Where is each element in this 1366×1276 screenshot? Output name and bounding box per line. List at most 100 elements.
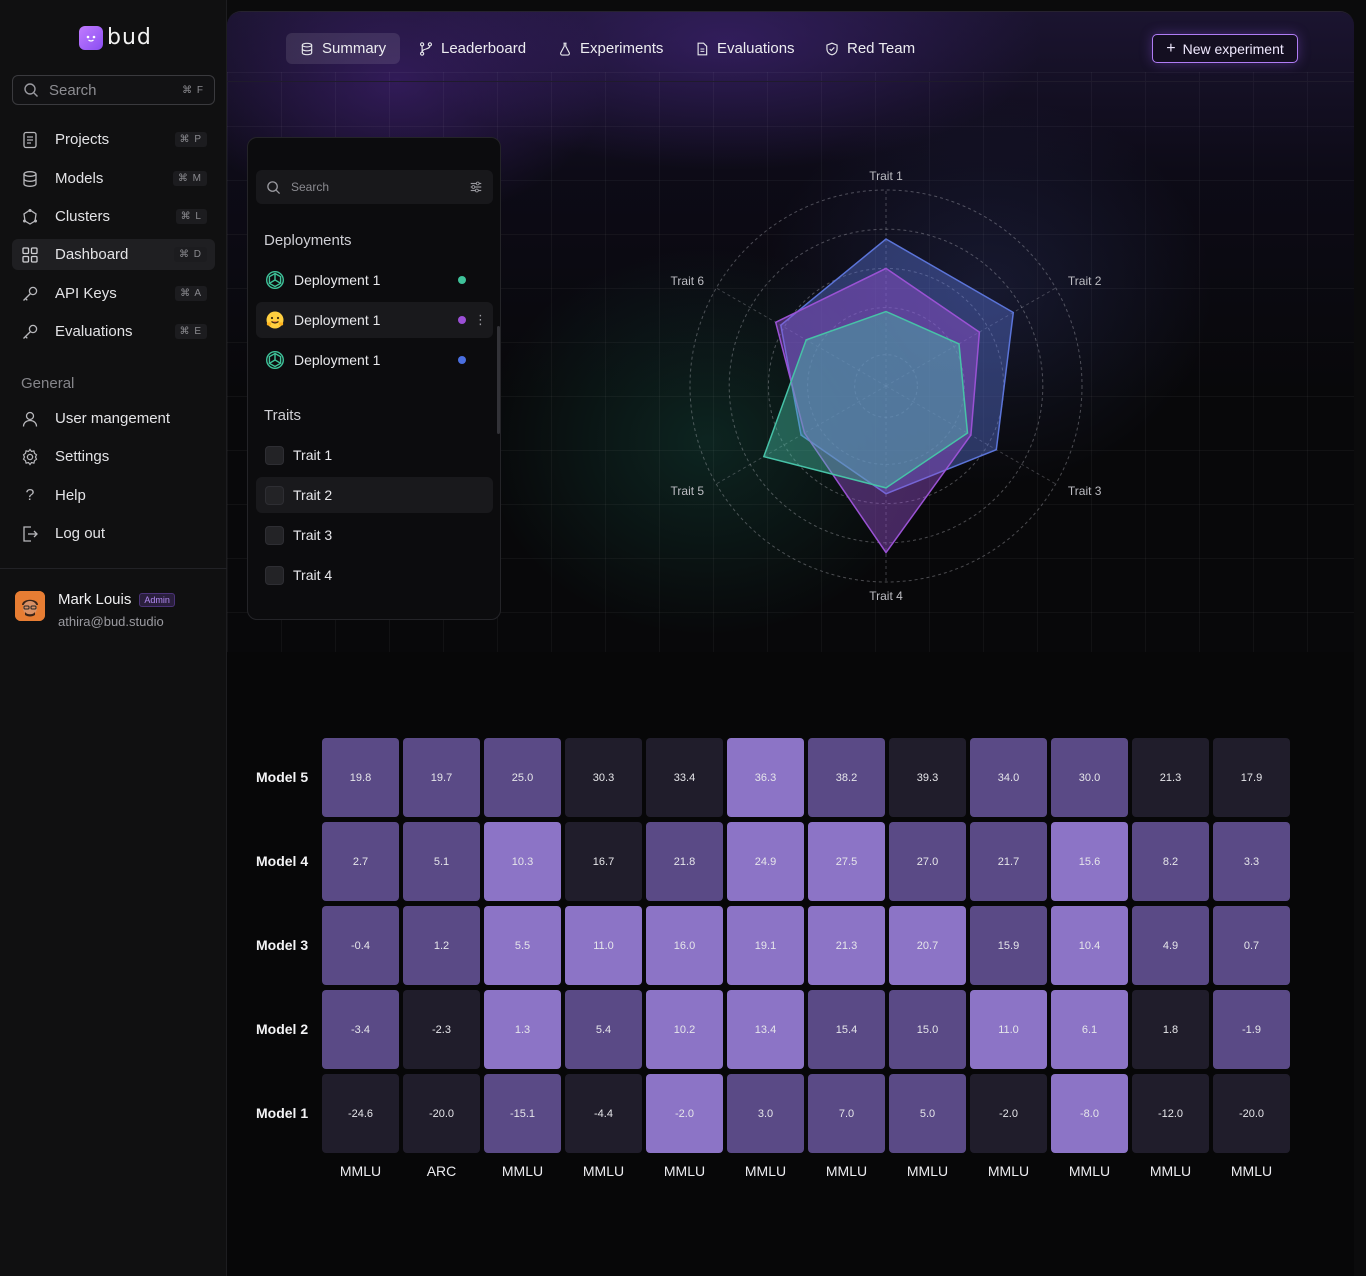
trait-item[interactable]: Trait 3 xyxy=(256,517,493,553)
heatmap-cell[interactable]: 16.0 xyxy=(646,906,723,985)
panel-scrollbar[interactable] xyxy=(497,326,500,434)
trait-checkbox[interactable] xyxy=(265,565,284,585)
filter-icon[interactable] xyxy=(469,180,483,194)
heatmap-cell[interactable]: 25.0 xyxy=(484,738,561,817)
heatmap-cell[interactable]: -2.3 xyxy=(403,990,480,1069)
heatmap-cell[interactable]: 10.4 xyxy=(1051,906,1128,985)
sidebar-item-api-keys[interactable]: API Keys ⌘ A xyxy=(12,278,215,309)
heatmap-cell[interactable]: 5.5 xyxy=(484,906,561,985)
heatmap-cell[interactable]: 13.4 xyxy=(727,990,804,1069)
heatmap-cell[interactable]: 5.4 xyxy=(565,990,642,1069)
heatmap-cell[interactable]: 15.4 xyxy=(808,990,885,1069)
heatmap-cell[interactable]: 10.3 xyxy=(484,822,561,901)
heatmap-cell[interactable]: 15.9 xyxy=(970,906,1047,985)
deployment-item[interactable]: Deployment 1 xyxy=(256,262,493,298)
heatmap-cell[interactable]: 21.3 xyxy=(1132,738,1209,817)
heatmap-cell[interactable]: 19.7 xyxy=(403,738,480,817)
deployment-item[interactable]: Deployment 1 xyxy=(256,342,493,378)
heatmap-cell[interactable]: 7.0 xyxy=(808,1074,885,1153)
heatmap-cell[interactable]: 11.0 xyxy=(565,906,642,985)
heatmap-cell[interactable]: 3.0 xyxy=(727,1074,804,1153)
trait-checkbox[interactable] xyxy=(265,525,284,545)
heatmap-cell[interactable]: 30.0 xyxy=(1051,738,1128,817)
sidebar-item-help[interactable]: ? Help xyxy=(12,480,215,511)
heatmap-cell[interactable]: -20.0 xyxy=(1213,1074,1290,1153)
sidebar-item-user-management[interactable]: User mangement xyxy=(12,403,215,434)
trait-item[interactable]: Trait 2 xyxy=(256,477,493,513)
sidebar-item-dashboard[interactable]: Dashboard ⌘ D xyxy=(12,239,215,270)
heatmap-cell[interactable]: 20.7 xyxy=(889,906,966,985)
trait-item[interactable]: Trait 4 xyxy=(256,557,493,593)
bud-logo[interactable]: bud xyxy=(79,25,152,50)
heatmap-cell[interactable]: 33.4 xyxy=(646,738,723,817)
heatmap-cell[interactable]: 27.5 xyxy=(808,822,885,901)
heatmap-cell[interactable]: -0.4 xyxy=(322,906,399,985)
heatmap-cell[interactable]: 21.8 xyxy=(646,822,723,901)
tab-leaderboard[interactable]: Leaderboard xyxy=(405,33,540,64)
sidebar-item-label: Models xyxy=(55,170,104,187)
sidebar-item-models[interactable]: Models ⌘ M xyxy=(12,163,215,194)
heatmap-cell[interactable]: 16.7 xyxy=(565,822,642,901)
tab-experiments[interactable]: Experiments xyxy=(544,33,677,64)
heatmap-cell[interactable]: 5.0 xyxy=(889,1074,966,1153)
heatmap-cell[interactable]: -2.0 xyxy=(970,1074,1047,1153)
key-icon xyxy=(20,284,40,304)
heatmap-cell[interactable]: 15.0 xyxy=(889,990,966,1069)
trait-checkbox[interactable] xyxy=(265,445,284,465)
heatmap-cell[interactable]: -20.0 xyxy=(403,1074,480,1153)
heatmap-cell[interactable]: 21.3 xyxy=(808,906,885,985)
heatmap-cell[interactable]: 2.7 xyxy=(322,822,399,901)
sidebar-item-settings[interactable]: Settings xyxy=(12,441,215,472)
heatmap-cell[interactable]: 34.0 xyxy=(970,738,1047,817)
tab-red-team[interactable]: Red Team xyxy=(811,33,929,64)
sidebar-item-projects[interactable]: Projects ⌘ P xyxy=(12,124,215,155)
heatmap-cell[interactable]: 19.1 xyxy=(727,906,804,985)
heatmap-cell[interactable]: 0.7 xyxy=(1213,906,1290,985)
sidebar-item-evaluations[interactable]: Evaluations ⌘ E xyxy=(12,316,215,347)
sidebar-search[interactable]: Search ⌘ F xyxy=(12,75,215,105)
heatmap-cell[interactable]: -3.4 xyxy=(322,990,399,1069)
heatmap-cell[interactable]: -12.0 xyxy=(1132,1074,1209,1153)
heatmap-cell[interactable]: 17.9 xyxy=(1213,738,1290,817)
heatmap-cell[interactable]: -1.9 xyxy=(1213,990,1290,1069)
heatmap-cell[interactable]: 27.0 xyxy=(889,822,966,901)
sidebar-item-log-out[interactable]: Log out xyxy=(12,518,215,549)
heatmap-cell[interactable]: 1.8 xyxy=(1132,990,1209,1069)
panel-search[interactable]: Search xyxy=(256,170,493,204)
heatmap-cell[interactable]: 6.1 xyxy=(1051,990,1128,1069)
more-icon[interactable]: ⋮ xyxy=(474,312,487,328)
heatmap-cell[interactable]: 10.2 xyxy=(646,990,723,1069)
tab-summary[interactable]: Summary xyxy=(286,33,401,64)
radar-axis-label: Trait 6 xyxy=(671,274,705,288)
heatmap-cell[interactable]: 30.3 xyxy=(565,738,642,817)
new-experiment-button[interactable]: + New experiment xyxy=(1152,34,1298,63)
heatmap-cell[interactable]: 15.6 xyxy=(1051,822,1128,901)
heatmap-row-label: Model 1 xyxy=(256,1105,309,1121)
heatmap-cell[interactable]: -15.1 xyxy=(484,1074,561,1153)
heatmap-cell[interactable]: 1.2 xyxy=(403,906,480,985)
heatmap-cell[interactable]: -8.0 xyxy=(1051,1074,1128,1153)
deployment-item[interactable]: Deployment 1 ⋮ xyxy=(256,302,493,338)
heatmap-cell[interactable]: 3.3 xyxy=(1213,822,1290,901)
trait-checkbox[interactable] xyxy=(265,485,284,505)
heatmap-cell[interactable]: 21.7 xyxy=(970,822,1047,901)
heatmap-cell[interactable]: -2.0 xyxy=(646,1074,723,1153)
heatmap-cell[interactable]: -4.4 xyxy=(565,1074,642,1153)
user-profile[interactable]: Mark Louis Admin athira@bud.studio xyxy=(15,591,175,629)
trait-item[interactable]: Trait 1 xyxy=(256,437,493,473)
sidebar-item-clusters[interactable]: Clusters ⌘ L xyxy=(12,201,215,232)
shortcut-label: ⌘ A xyxy=(175,286,207,301)
heatmap-column-label: MMLU xyxy=(339,1163,382,1179)
heatmap-cell[interactable]: 36.3 xyxy=(727,738,804,817)
heatmap-cell[interactable]: 38.2 xyxy=(808,738,885,817)
heatmap-cell[interactable]: 1.3 xyxy=(484,990,561,1069)
heatmap-cell[interactable]: 8.2 xyxy=(1132,822,1209,901)
heatmap-cell[interactable]: 19.8 xyxy=(322,738,399,817)
heatmap-cell[interactable]: 4.9 xyxy=(1132,906,1209,985)
heatmap-cell[interactable]: -24.6 xyxy=(322,1074,399,1153)
tab-evaluations[interactable]: Evaluations xyxy=(681,33,809,64)
heatmap-cell[interactable]: 24.9 xyxy=(727,822,804,901)
heatmap-cell[interactable]: 39.3 xyxy=(889,738,966,817)
heatmap-cell[interactable]: 11.0 xyxy=(970,990,1047,1069)
heatmap-cell[interactable]: 5.1 xyxy=(403,822,480,901)
